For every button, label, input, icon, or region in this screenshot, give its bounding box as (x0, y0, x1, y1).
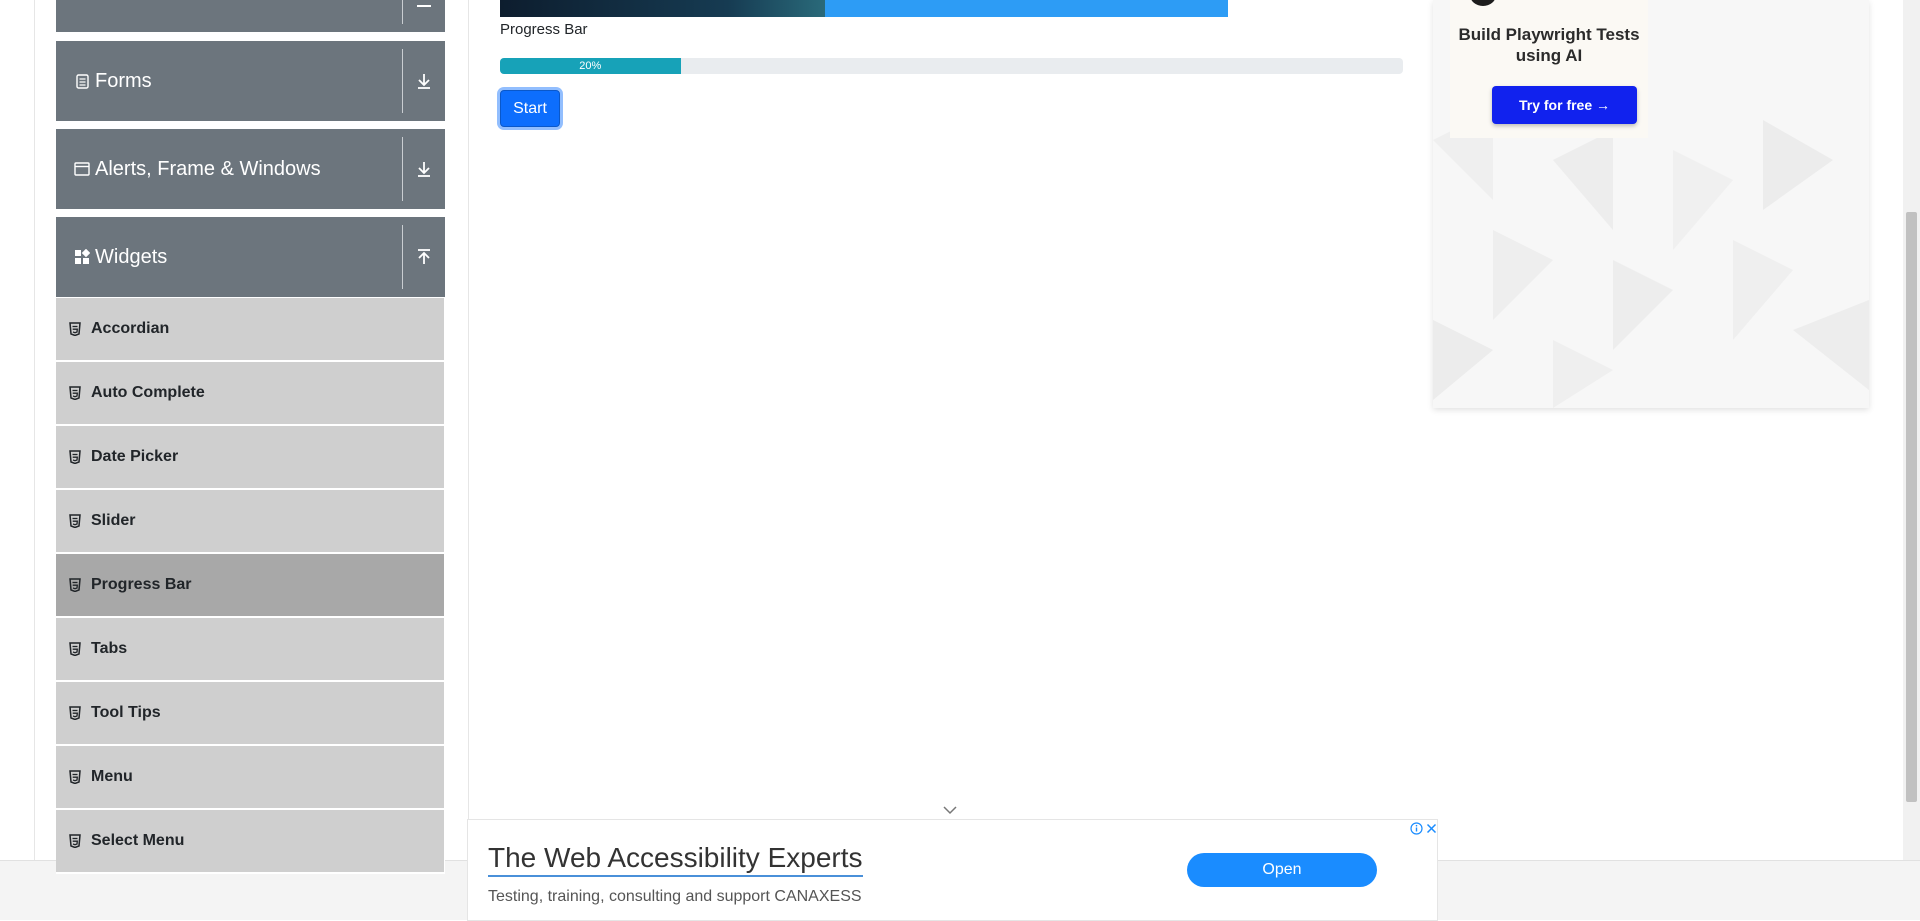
html5-icon (69, 514, 83, 528)
widgets-icon (74, 249, 90, 265)
sidebar-item-tool-tips[interactable]: Tool Tips (56, 682, 445, 746)
sidebar-item-label: Auto Complete (91, 384, 205, 401)
progress-bar: 20% (500, 58, 1403, 74)
widgets-submenu: Accordian Auto Complete Date Picker Slid… (56, 298, 445, 874)
sidebar-group-forms[interactable]: Forms (56, 41, 445, 121)
left-divider (34, 0, 35, 860)
close-icon[interactable] (1425, 822, 1438, 835)
try-for-free-button[interactable]: Try for free → (1492, 86, 1637, 124)
html5-icon (69, 578, 83, 592)
form-icon (74, 73, 90, 89)
sidebar-item-label: Date Picker (91, 448, 179, 465)
sidebar-item-tabs[interactable]: Tabs (56, 618, 445, 682)
html5-icon (69, 450, 83, 464)
chevron-down-icon[interactable] (941, 803, 959, 817)
open-button[interactable]: Open (1187, 853, 1377, 887)
ad-headline[interactable]: The Web Accessibility Experts (488, 842, 863, 877)
info-icon[interactable] (1410, 822, 1423, 835)
scrollbar-thumb[interactable] (1906, 212, 1917, 802)
sidebar-group-elements[interactable] (56, 0, 445, 32)
expand-arrow-icon[interactable] (410, 155, 438, 183)
sidebar-group-widgets[interactable]: Widgets (56, 217, 445, 297)
progress-bar-fill: 20% (500, 58, 681, 74)
ad-description: Testing, training, consulting and suppor… (488, 888, 862, 905)
banner-strip (825, 0, 1228, 17)
sidebar-item-select-menu[interactable]: Select Menu (56, 810, 445, 874)
banner-image (500, 0, 825, 17)
separator (402, 0, 403, 24)
html5-icon (69, 386, 83, 400)
separator (402, 49, 403, 113)
expand-arrow-icon[interactable] (410, 67, 438, 95)
sidebar-group-label: Forms (95, 69, 152, 92)
sidebar-item-label: Slider (91, 512, 136, 529)
sidebar-item-label: Tool Tips (91, 704, 161, 721)
sidebar-item-menu[interactable]: Menu (56, 746, 445, 810)
html5-icon (69, 642, 83, 656)
sidebar-item-slider[interactable]: Slider (56, 490, 445, 554)
window-icon (74, 161, 90, 177)
html5-icon (69, 770, 83, 784)
sidebar-item-progress-bar[interactable]: Progress Bar (56, 554, 445, 618)
ad-card: Build Playwright Tests using AI Try for … (1450, 0, 1648, 138)
sidebar-item-label: Progress Bar (91, 576, 192, 593)
sidebar-group-label: Widgets (95, 245, 168, 268)
collapse-arrow-icon[interactable] (410, 0, 438, 20)
sidebar-group-label: Alerts, Frame & Windows (95, 157, 321, 180)
html5-icon (69, 706, 83, 720)
start-button[interactable]: Start (500, 90, 560, 127)
sidebar-item-label: Select Menu (91, 832, 185, 849)
sidebar-group-alerts[interactable]: Alerts, Frame & Windows (56, 129, 445, 209)
right-ad: Build Playwright Tests using AI Try for … (1433, 0, 1869, 408)
html5-icon (69, 322, 83, 336)
sidebar-item-date-picker[interactable]: Date Picker (56, 426, 445, 490)
main-divider (468, 0, 469, 860)
ad-title: Build Playwright Tests using AI (1458, 25, 1640, 65)
sidebar-item-label: Accordian (91, 320, 170, 337)
separator (402, 137, 403, 201)
sidebar-item-label: Tabs (91, 640, 128, 657)
sidebar-item-accordian[interactable]: Accordian (56, 298, 445, 362)
sidebar-item-auto-complete[interactable]: Auto Complete (56, 362, 445, 426)
html5-icon (69, 834, 83, 848)
collapse-arrow-icon[interactable] (410, 243, 438, 271)
progress-bar-label: Progress Bar (500, 21, 588, 38)
sidebar-item-label: Menu (91, 768, 133, 785)
separator (402, 225, 403, 289)
bottom-ad: The Web Accessibility Experts Testing, t… (467, 819, 1438, 921)
ad-logo (1470, 0, 1496, 6)
